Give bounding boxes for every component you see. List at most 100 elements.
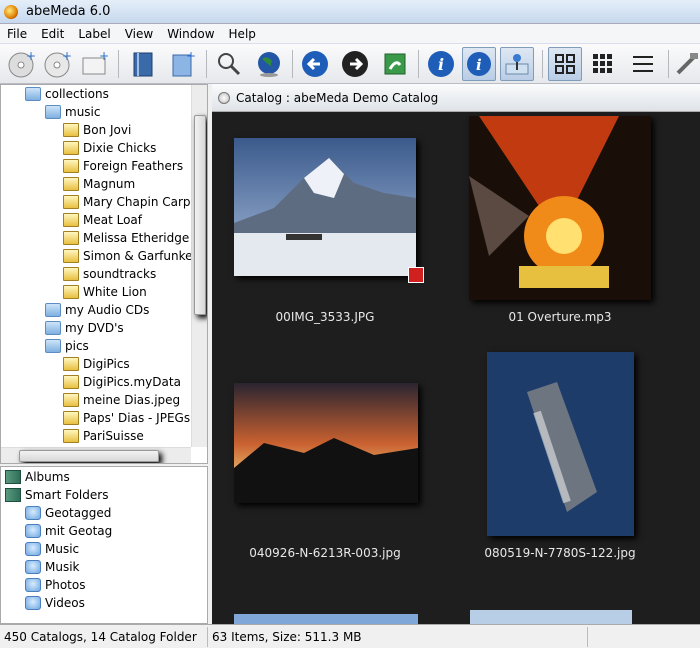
toolbar-separator (206, 50, 207, 78)
smart-folder-icon (25, 506, 41, 520)
item-caption: 00IMG_3533.JPG (275, 310, 375, 324)
smart-folder-label: Photos (45, 578, 86, 592)
catalog-lock-icon (63, 123, 79, 137)
cd-add-icon: + (8, 49, 36, 78)
scrollbar-thumb[interactable] (194, 115, 206, 315)
tree-item-label: meine Dias.jpeg (83, 393, 181, 407)
tree-item-catalog[interactable]: DigiPics (63, 355, 130, 373)
list-view-button[interactable] (626, 47, 660, 81)
tree-item-catalog[interactable]: Paps' Dias - JPEGs (63, 409, 190, 427)
tree-item-label: DigiPics.myData (83, 375, 181, 389)
status-catalogs: 450 Catalogs, 14 Catalog Folder (0, 626, 208, 647)
catalog-item[interactable]: 00IMG_3533.JPG (212, 114, 452, 354)
tree-item-pics[interactable]: pics (45, 337, 89, 355)
thumbnail-image (234, 614, 418, 624)
catalog-lock-icon (63, 231, 79, 245)
catalog-lock-icon (63, 249, 79, 263)
tree-item-catalog[interactable]: Bon Jovi (63, 121, 131, 139)
tools-button[interactable] (672, 47, 700, 81)
tree-item-catalog[interactable]: Magnum (63, 175, 135, 193)
menu-help[interactable]: Help (222, 27, 263, 41)
smart-folder-item[interactable]: Videos (25, 594, 85, 612)
search-icon (218, 53, 241, 76)
tree-item-music[interactable]: music (45, 103, 100, 121)
tree-item-label: PariSuisse (83, 429, 144, 443)
back-button[interactable] (298, 47, 332, 81)
tree-vertical-scrollbar[interactable] (191, 85, 207, 447)
tools-icon (676, 53, 698, 75)
menu-view[interactable]: View (118, 27, 160, 41)
tree-item-label: Melissa Etheridge (83, 231, 190, 245)
add-dvd-button[interactable]: + (40, 47, 74, 81)
menu-bar: File Edit Label View Window Help (0, 24, 700, 44)
catalog-icon (218, 91, 230, 104)
tree-item-collections[interactable]: collections (25, 85, 109, 103)
catalog-view: Catalog : abeMeda Demo Catalog 00IMG_353… (212, 84, 700, 624)
add-folder-button[interactable]: + (78, 47, 112, 81)
new-catalog-button[interactable] (126, 47, 160, 81)
catalog-item[interactable]: 040926-N-6213R-003.jpg (212, 354, 452, 594)
map-toggle[interactable] (500, 47, 534, 81)
smart-folder-item[interactable]: Music (25, 540, 79, 558)
catalog-lock-icon (63, 411, 79, 425)
menu-edit[interactable]: Edit (34, 27, 71, 41)
search-button[interactable] (212, 47, 246, 81)
tree-item-label: soundtracks (83, 267, 157, 281)
tree-item-catalog[interactable]: PariSuisse (63, 427, 144, 445)
catalog-lock-icon (63, 393, 79, 407)
status-bar: 450 Catalogs, 14 Catalog Folder 63 Items… (0, 624, 700, 648)
smart-folders-label: Smart Folders (25, 488, 109, 502)
catalog-item[interactable]: 01 Overture.mp3 (452, 114, 692, 354)
tree-item-catalog[interactable]: Simon & Garfunkel (63, 247, 196, 265)
tree-item-label: Dixie Chicks (83, 141, 157, 155)
tree-item-catalog[interactable]: Mary Chapin Carper (63, 193, 203, 211)
forward-button[interactable] (338, 47, 372, 81)
thumbnail-image (470, 610, 632, 624)
smart-folder-item[interactable]: Photos (25, 576, 85, 594)
menu-window[interactable]: Window (160, 27, 221, 41)
link-badge-icon (408, 267, 424, 283)
tree-item-catalog[interactable]: Meat Loaf (63, 211, 142, 229)
catalog-lock-icon (63, 429, 79, 443)
smart-folder-icon (25, 596, 41, 610)
tree-item-catalog[interactable]: Foreign Feathers (63, 157, 183, 175)
albums-item[interactable]: Albums (5, 468, 70, 486)
tree-item-catalog[interactable]: meine Dias.jpeg (63, 391, 180, 409)
info-button[interactable]: i (424, 47, 458, 81)
tree-item-catalog[interactable]: White Lion (63, 283, 147, 301)
globe-button[interactable] (252, 47, 286, 81)
catalog-lock-icon (63, 177, 79, 191)
status-items: 63 Items, Size: 511.3 MB (208, 626, 588, 647)
catalog-item[interactable]: 080519-N-7780S-122.jpg (452, 352, 692, 594)
svg-text:+: + (186, 49, 196, 63)
add-cd-button[interactable]: + (4, 47, 38, 81)
tree-item-folder[interactable]: my DVD's (45, 319, 124, 337)
tree-item-label: Simon & Garfunkel (83, 249, 196, 263)
tree-item-catalog[interactable]: DigiPics.myData (63, 373, 181, 391)
catalog-lock-icon (63, 357, 79, 371)
menu-label[interactable]: Label (71, 27, 117, 41)
tree-item-folder[interactable]: my Audio CDs (45, 301, 149, 319)
scrollbar-thumb[interactable] (19, 450, 159, 462)
tree-item-catalog[interactable]: Melissa Etheridge (63, 229, 189, 247)
toolbar-separator (118, 50, 119, 78)
svg-text:i: i (438, 55, 444, 74)
smart-folder-item[interactable]: Musik (25, 558, 80, 576)
info-panel-toggle[interactable]: i (462, 47, 496, 81)
add-catalog-folder-button[interactable]: + (166, 47, 200, 81)
smart-folder-item[interactable]: Geotagged (25, 504, 111, 522)
smart-folder-item[interactable]: mit Geotag (25, 522, 112, 540)
menu-file[interactable]: File (0, 27, 34, 41)
smart-folders-item[interactable]: Smart Folders (5, 486, 108, 504)
info-icon: i (428, 51, 454, 77)
tree-item-catalog[interactable]: Dixie Chicks (63, 139, 156, 157)
tree-horizontal-scrollbar[interactable] (1, 447, 191, 463)
catalog-folder-icon: + (172, 49, 196, 77)
smart-folder-icon (25, 578, 41, 592)
map-pin-icon (505, 54, 529, 75)
large-icons-view-button[interactable] (548, 47, 582, 81)
refresh-button[interactable] (378, 47, 412, 81)
toolbar-separator (292, 50, 293, 78)
tree-item-catalog[interactable]: soundtracks (63, 265, 156, 283)
small-icons-view-button[interactable] (586, 47, 620, 81)
